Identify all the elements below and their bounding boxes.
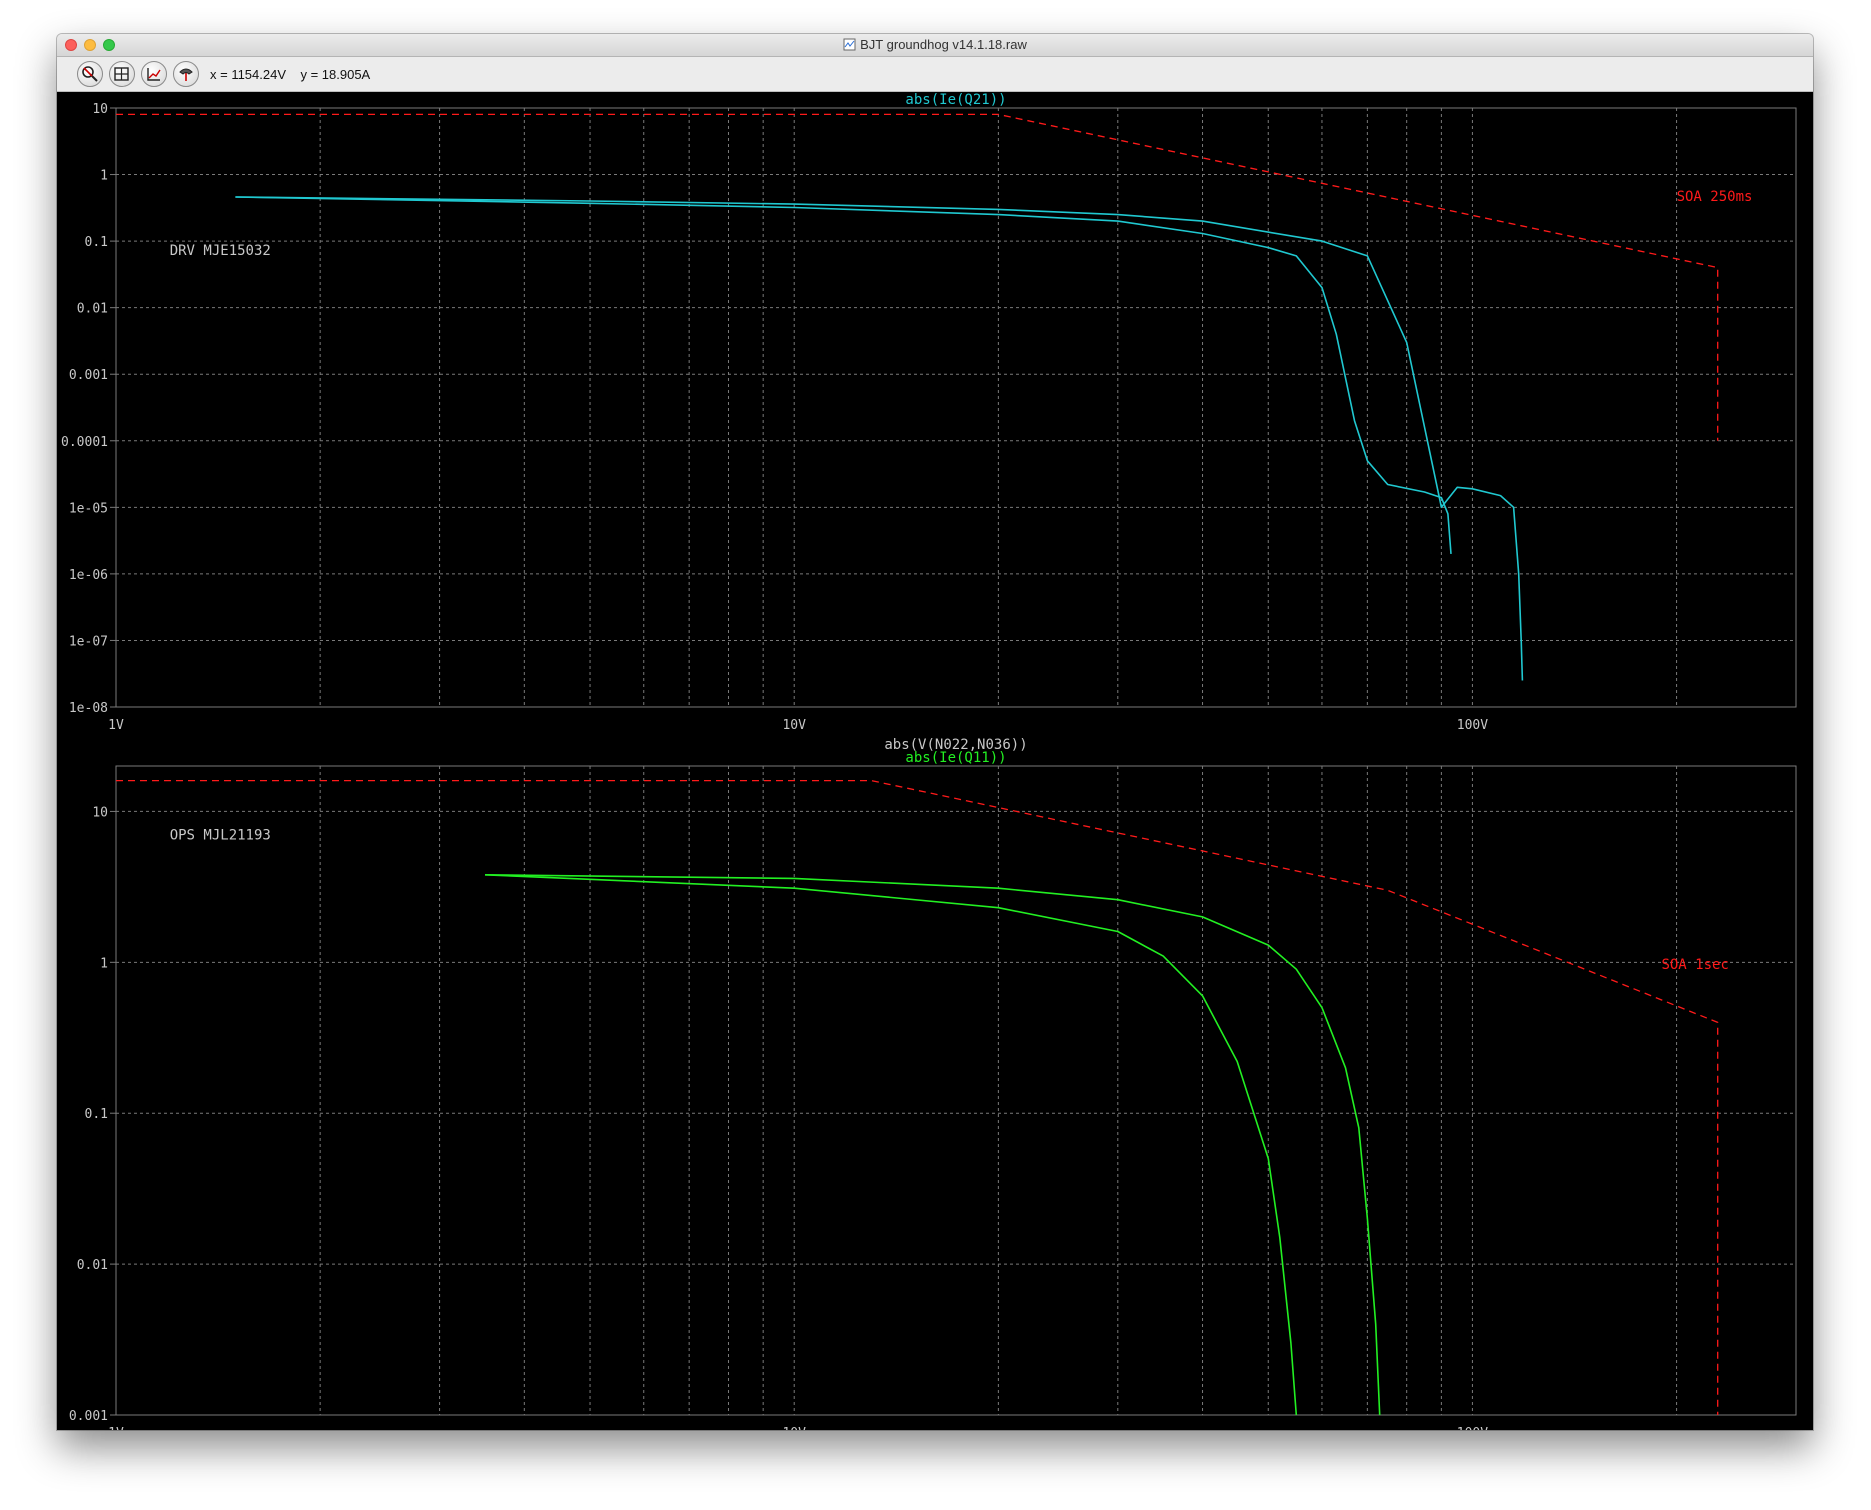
document-icon bbox=[843, 38, 856, 51]
plot-area[interactable]: 10 1 0.1 0.01 0.001 0.0001 1e-05 1e-06 1e-07 1e-0… bbox=[57, 92, 1813, 1430]
panel1-y-tick-label: 1e-07 bbox=[69, 634, 108, 649]
panel2-trace-1 bbox=[484, 874, 1381, 1416]
readout-y: y = 18.905A bbox=[300, 67, 371, 82]
panel2-y-tick-label: 0.01 bbox=[77, 1258, 108, 1273]
panel1-x-tick-label: 10V bbox=[782, 718, 806, 733]
panel1-title: abs(Ie(Q21)) bbox=[905, 92, 1006, 108]
readout-x: x = 1154.24V bbox=[210, 67, 287, 82]
probe-button[interactable] bbox=[173, 61, 199, 87]
panel1-y-tick-label: 1e-06 bbox=[69, 568, 108, 583]
panel1-x-tick-label: 100V bbox=[1457, 718, 1488, 733]
panel1-soa-limit-line bbox=[116, 113, 1719, 441]
window-title-wrap: BJT groundhog v14.1.18.raw bbox=[57, 37, 1813, 52]
probe-icon bbox=[179, 68, 193, 81]
panel2-y-tick-label: 0.1 bbox=[85, 1107, 108, 1122]
panel1-y-tick-label: 1 bbox=[100, 169, 108, 184]
autorange-button[interactable] bbox=[141, 61, 167, 87]
panel2-x-tick-label: 10V bbox=[782, 1426, 806, 1430]
panel2-title: abs(Ie(Q11)) bbox=[905, 750, 1006, 766]
panel1-trace-1 bbox=[235, 196, 1524, 681]
panel2-annotation-2: SOA 1sec bbox=[1661, 957, 1728, 973]
toolbar: x = 1154.24V y = 18.905A bbox=[57, 57, 1813, 92]
panel2-annotation-1: OPS MJL21193 bbox=[170, 828, 271, 844]
panel2-x-tick-label: 100V bbox=[1457, 1426, 1488, 1430]
panel2-y-tick-label: 1 bbox=[100, 956, 108, 971]
panel1-y-tick-label: 1e-08 bbox=[69, 701, 108, 716]
panel1-y-tick-label: 1e-05 bbox=[69, 501, 108, 516]
panel2-trace-2 bbox=[484, 874, 1298, 1416]
zoom-to-fit-icon bbox=[114, 67, 129, 81]
panel1-y-tick-label: 0.01 bbox=[77, 302, 108, 317]
panel1-y-tick-label: 0.001 bbox=[69, 368, 108, 383]
zoom-out-icon bbox=[82, 66, 98, 82]
zoom-to-fit-button[interactable] bbox=[109, 61, 135, 87]
cursor-readout: x = 1154.24V y = 18.905A bbox=[210, 67, 370, 82]
panel1-y-tick-label: 0.0001 bbox=[61, 435, 108, 450]
plot-canvas[interactable]: 10 1 0.1 0.01 0.001 0.0001 1e-05 1e-06 1e-07 1e-0… bbox=[57, 92, 1813, 1430]
panel1-annotation-1: DRV MJE15032 bbox=[170, 243, 271, 259]
waveform-viewer-window: BJT groundhog v14.1.18.raw x = 1154.24V … bbox=[57, 34, 1813, 1430]
panel1-x-tick-label: 1V bbox=[108, 718, 124, 733]
autorange-icon bbox=[147, 68, 161, 81]
panel2-soa-limit-line bbox=[116, 779, 1719, 1415]
panel2-frame bbox=[115, 765, 1797, 1416]
title-bar[interactable]: BJT groundhog v14.1.18.raw bbox=[57, 34, 1813, 57]
panel1-y-tick-label: 0.1 bbox=[85, 235, 108, 250]
panel2-y-tick-label: 10 bbox=[92, 805, 108, 820]
panel2-x-tick-label: 1V bbox=[108, 1426, 124, 1430]
panel1-annotation-2: SOA 250ms bbox=[1677, 189, 1753, 205]
window-title: BJT groundhog v14.1.18.raw bbox=[860, 37, 1027, 52]
zoom-out-button[interactable] bbox=[77, 61, 103, 87]
panel1-y-tick-label: 10 bbox=[92, 102, 108, 117]
panel2-y-tick-label: 0.001 bbox=[69, 1409, 108, 1424]
